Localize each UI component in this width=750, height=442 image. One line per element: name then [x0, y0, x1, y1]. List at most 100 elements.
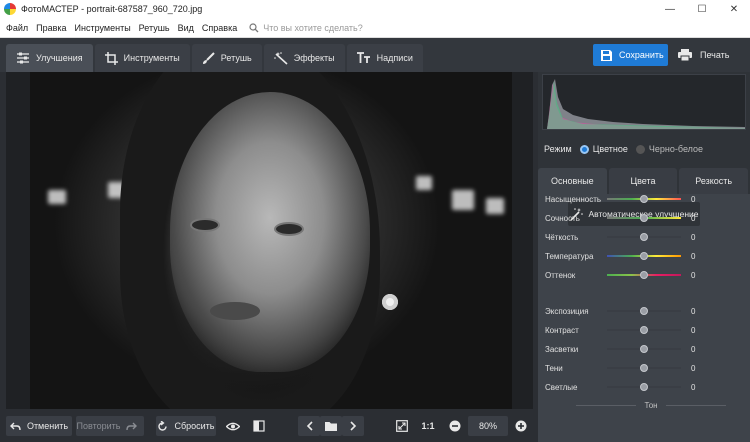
compare-button[interactable] — [248, 416, 270, 436]
close-button[interactable]: ✕ — [718, 0, 750, 18]
text-icon — [356, 52, 370, 63]
photo-image[interactable] — [30, 72, 512, 409]
separator-line — [665, 404, 727, 406]
slider-thumb[interactable] — [640, 383, 648, 391]
preview-button[interactable] — [222, 416, 244, 436]
slider-thumb[interactable] — [640, 271, 648, 279]
slider-row: Экспозиция 0 — [545, 304, 745, 318]
fit-screen-button[interactable] — [392, 416, 412, 436]
undo-button[interactable]: Отменить — [6, 416, 72, 436]
menu-edit[interactable]: Правка — [36, 23, 66, 33]
slider-value: 0 — [691, 213, 696, 223]
tab-retouch[interactable]: Ретушь — [191, 44, 262, 72]
slider-track[interactable] — [607, 195, 681, 203]
slider-label: Температура — [545, 251, 594, 261]
undo-arrow-icon — [9, 422, 21, 430]
zoom-level-value: 80% — [478, 421, 497, 431]
floppy-icon — [601, 49, 612, 61]
slider-thumb[interactable] — [640, 252, 648, 260]
slider-track[interactable] — [607, 252, 681, 260]
menu-search[interactable]: Что вы хотите сделать? — [249, 23, 363, 33]
tab-enhance[interactable]: Улучшения — [6, 44, 93, 72]
slider-track[interactable] — [607, 383, 681, 391]
search-icon — [249, 22, 259, 32]
zoom-out-button[interactable] — [446, 416, 464, 436]
slider-track[interactable] — [607, 364, 681, 372]
save-button[interactable]: Сохранить — [593, 44, 668, 66]
open-folder-button[interactable] — [320, 416, 342, 436]
prev-image-button[interactable] — [298, 416, 320, 436]
slider-value: 0 — [691, 382, 696, 392]
tab-effects[interactable]: Эффекты — [263, 44, 345, 72]
menu-view[interactable]: Вид — [178, 23, 194, 33]
mode-bw-label[interactable]: Черно-белое — [649, 144, 703, 154]
maximize-button[interactable]: ☐ — [686, 0, 718, 18]
tab-effects-label: Эффекты — [293, 53, 335, 63]
slider-thumb[interactable] — [640, 195, 648, 203]
slider-thumb[interactable] — [640, 233, 648, 241]
next-image-button[interactable] — [342, 416, 364, 436]
mode-bw-radio[interactable] — [635, 144, 645, 154]
mode-label: Режим — [544, 144, 572, 154]
mode-color-label[interactable]: Цветное — [593, 144, 628, 154]
slider-row: Засветки 0 — [545, 342, 745, 356]
eye-icon — [226, 422, 240, 430]
slider-row: Тени 0 — [545, 361, 745, 375]
menu-file[interactable]: Файл — [6, 23, 28, 33]
mode-color-radio[interactable] — [579, 144, 589, 154]
panel-body: Автоматическое улучшение Насыщенность 0 Со… — [538, 194, 750, 442]
slider-value: 0 — [691, 232, 696, 242]
slider-thumb[interactable] — [640, 345, 648, 353]
sliders-icon — [17, 52, 29, 64]
slider-value: 0 — [691, 270, 696, 280]
photo-face — [170, 92, 370, 372]
subtab-colors[interactable]: Цвета — [608, 168, 678, 194]
slider-thumb[interactable] — [640, 326, 648, 334]
slider-track[interactable] — [607, 271, 681, 279]
photo-lips — [210, 302, 260, 320]
fit-screen-icon — [396, 420, 408, 432]
photo-earring — [382, 294, 398, 310]
menu-retouch[interactable]: Ретушь — [139, 23, 170, 33]
save-label: Сохранить — [619, 50, 664, 60]
subtab-sharpness[interactable]: Резкость — [679, 168, 749, 194]
histogram — [542, 74, 746, 130]
zoom-in-button[interactable] — [512, 416, 530, 436]
minimize-button[interactable]: — — [654, 0, 686, 18]
redo-button[interactable]: Повторить — [76, 416, 144, 436]
zoom-1to1-button[interactable]: 1:1 — [418, 416, 438, 436]
subtab-basic[interactable]: Основные — [538, 168, 607, 194]
slider-thumb[interactable] — [640, 307, 648, 315]
slider-track[interactable] — [607, 345, 681, 353]
print-button[interactable]: Печать — [674, 44, 746, 66]
printer-icon — [678, 49, 692, 61]
redo-label: Повторить — [76, 421, 121, 431]
slider-value: 0 — [691, 363, 696, 373]
slider-track[interactable] — [607, 233, 681, 241]
slider-label: Насыщенность — [545, 194, 602, 204]
slider-thumb[interactable] — [640, 364, 648, 372]
slider-value: 0 — [691, 325, 696, 335]
separator-line — [576, 404, 637, 406]
slider-label: Оттенок — [545, 270, 576, 280]
slider-row: Контраст 0 — [545, 323, 745, 337]
slider-row: Оттенок 0 — [545, 268, 745, 282]
photo-canvas[interactable] — [6, 72, 533, 409]
histogram-graph — [547, 79, 745, 129]
mode-row: Режим Цветное Черно-белое — [544, 142, 744, 156]
slider-row: Чёткость 0 — [545, 230, 745, 244]
menu-help[interactable]: Справка — [202, 23, 237, 33]
brush-icon — [202, 51, 215, 64]
tab-tools[interactable]: Инструменты — [94, 44, 190, 72]
slider-track[interactable] — [607, 307, 681, 315]
tab-text[interactable]: Надписи — [346, 44, 423, 72]
tab-tools-label: Инструменты — [123, 53, 180, 63]
tab-text-label: Надписи — [376, 53, 413, 63]
slider-track[interactable] — [607, 326, 681, 334]
slider-track[interactable] — [607, 214, 681, 222]
reset-button[interactable]: Сбросить — [156, 416, 216, 436]
menu-tools[interactable]: Инструменты — [75, 23, 131, 33]
zoom-level-field[interactable]: 80% — [468, 416, 508, 436]
slider-thumb[interactable] — [640, 214, 648, 222]
slider-label: Сочность — [545, 213, 580, 223]
